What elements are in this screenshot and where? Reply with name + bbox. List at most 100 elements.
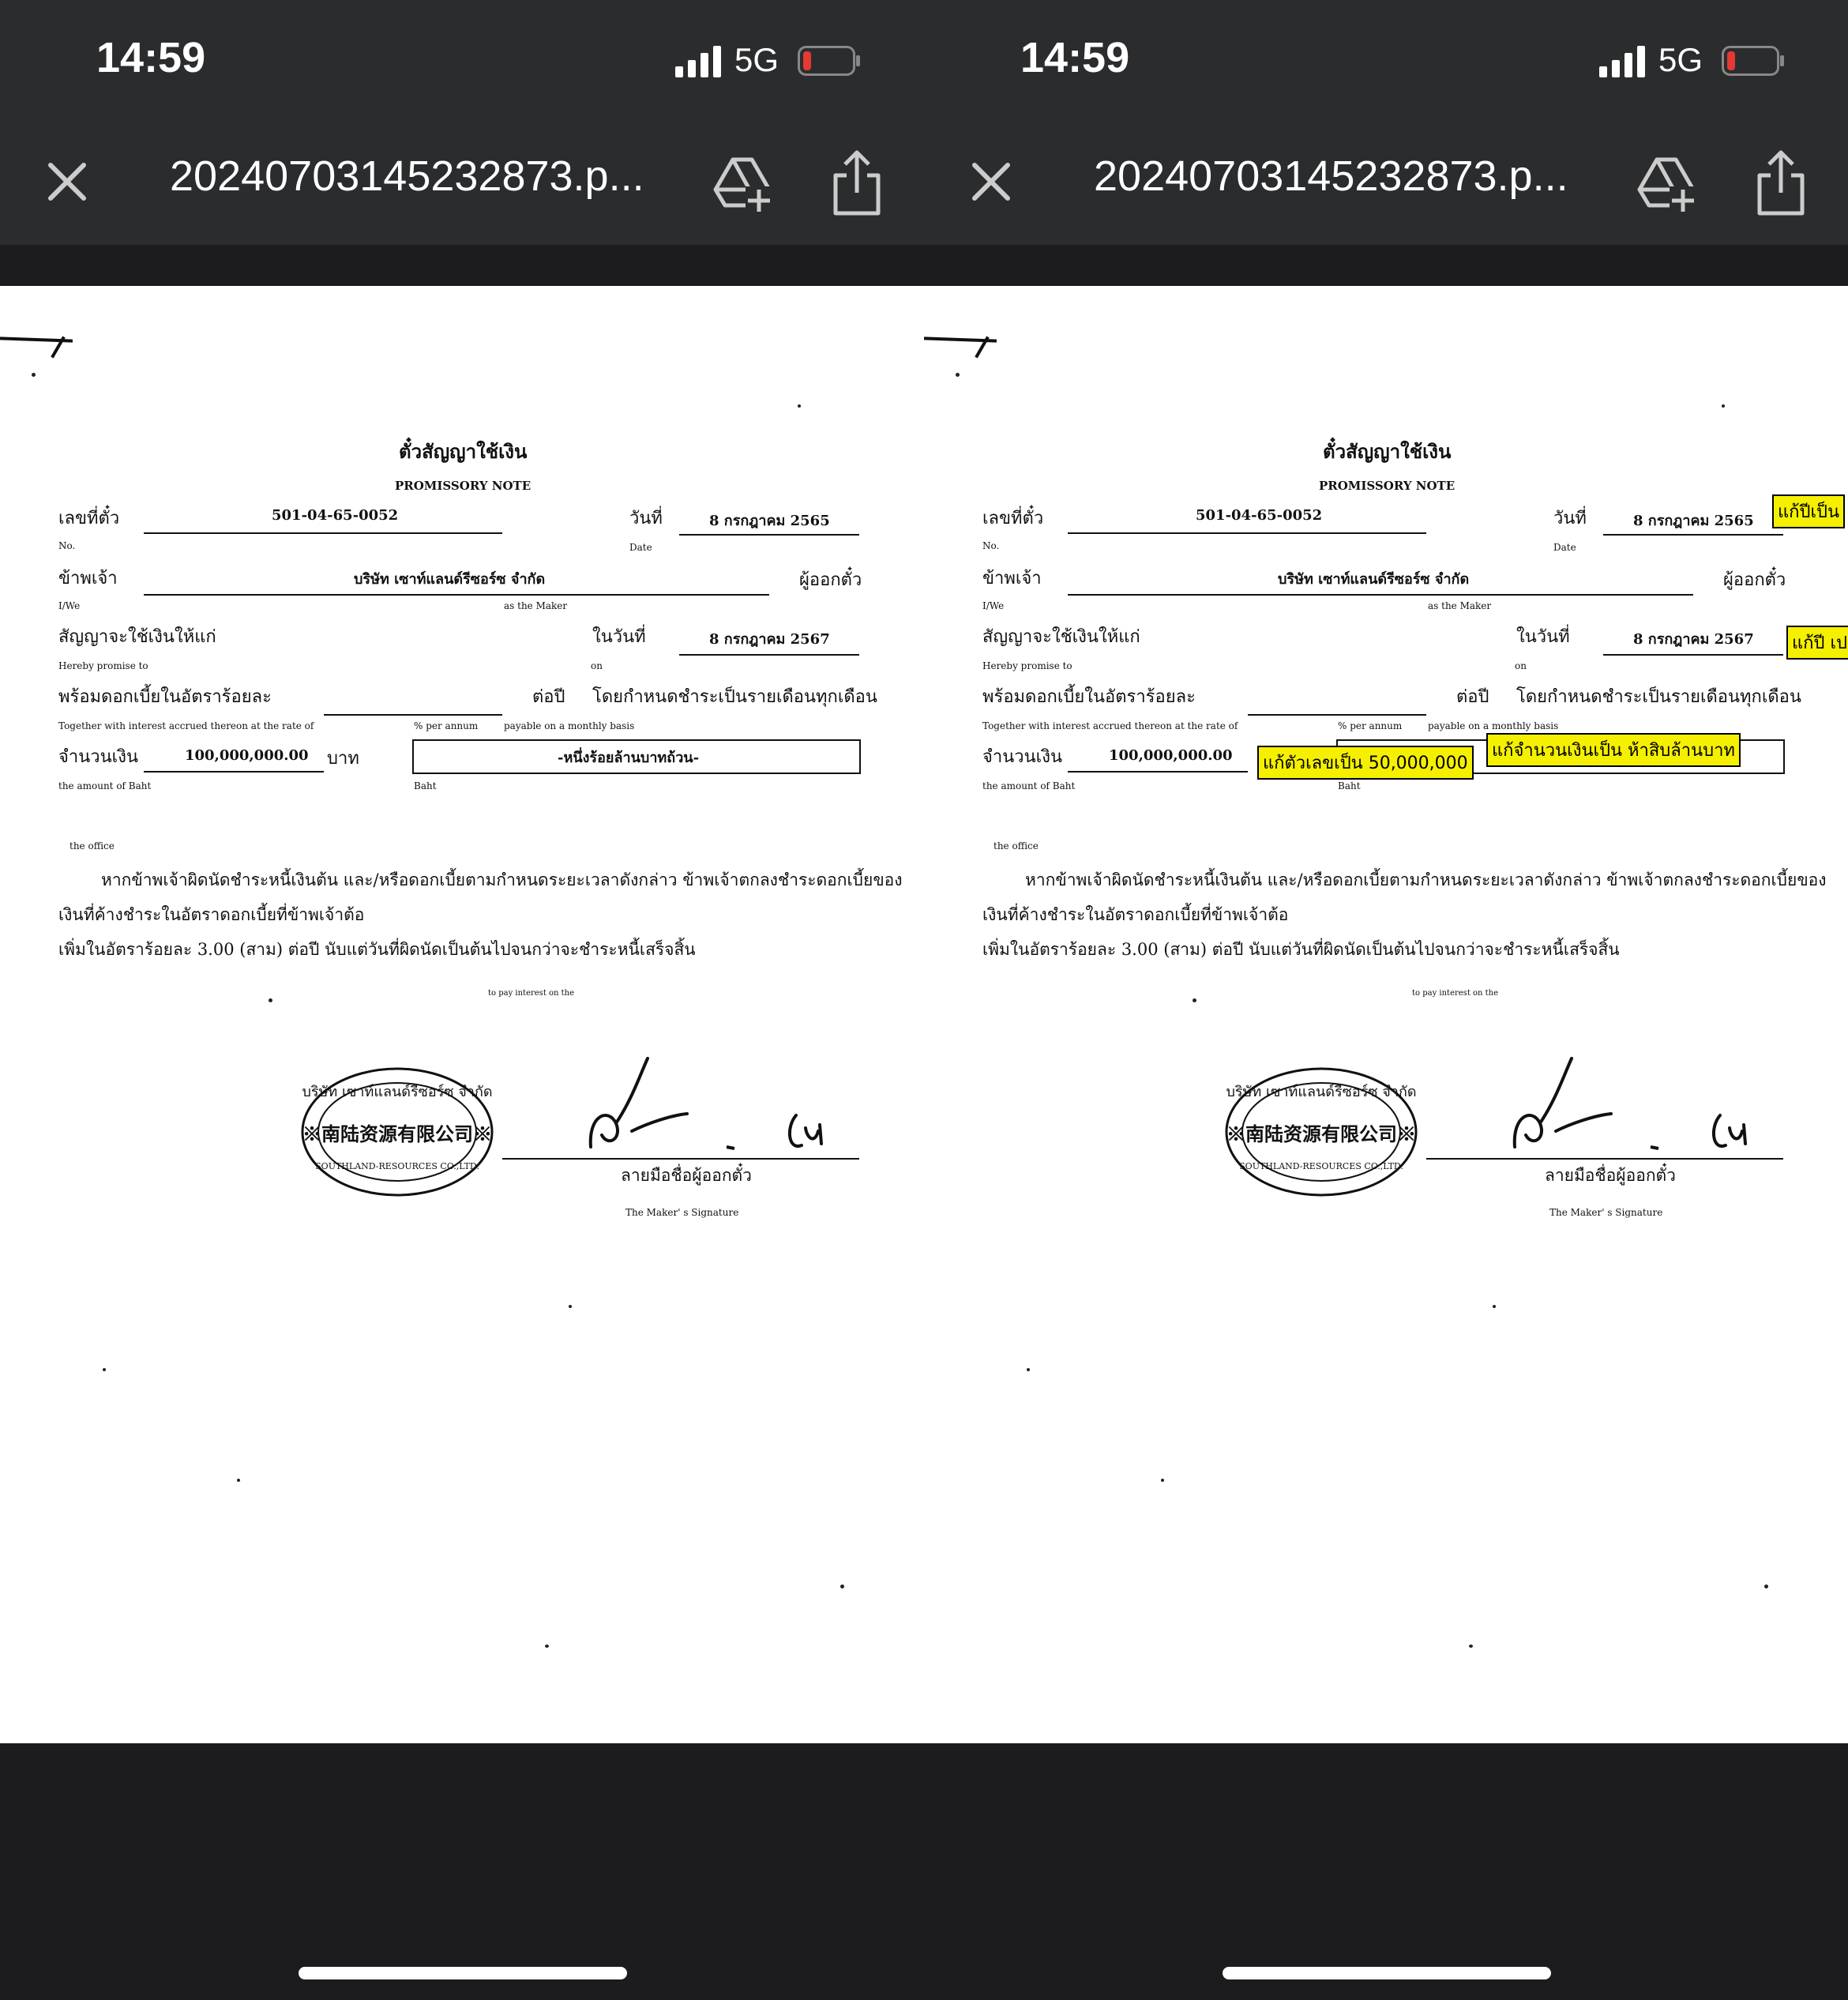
default-clause-line1: หากข้าพเจ้าผิดนัดชำระหนี้เงินต้น และ/หรื… (1025, 870, 1827, 889)
baht-label-en: Baht (414, 780, 437, 791)
close-icon[interactable] (963, 154, 1019, 209)
interest-fragment: to pay interest on the (1412, 989, 1499, 998)
note-title-th: ตั๋วสัญญาใช้เงิน (1323, 440, 1452, 463)
amount-words: -หนึ่งร้อยล้านบาทถ้วน- (558, 750, 700, 766)
due-date: 8 กรกฎาคม 2567 (709, 631, 830, 648)
due-date-label-en: on (1515, 660, 1527, 671)
iwe-label-en: I/We (982, 600, 1005, 611)
office-fragment: the office (69, 840, 115, 852)
signature-label: ลายมือชื่อผู้ออกตั๋ว (1545, 1166, 1676, 1185)
screenshot-right: 14:59 5G 20240703145232873.p... ตั๋วสัญญ… (924, 0, 1848, 2000)
share-icon[interactable] (829, 148, 885, 216)
signal-icon (1599, 46, 1645, 77)
home-indicator[interactable] (1223, 1967, 1551, 1979)
date-label-en: Date (629, 542, 652, 553)
annotation-number-fix[interactable]: แก้ตัวเลขเป็น 50,000,000 (1257, 746, 1474, 780)
annotation-year-fix-2[interactable]: แก้ปี เป (1786, 626, 1848, 660)
signature-label-en: The Maker' s Signature (625, 1207, 739, 1218)
per-annum-en: % per annum (1338, 720, 1403, 731)
per-annum-en: % per annum (414, 720, 479, 731)
company-seal: บริษัท เซาท์แลนด์รีซอร์ซ จำกัด ※南陆资源有限公司… (1225, 1067, 1418, 1197)
pdf-page[interactable]: ตั๋วสัญญาใช้เงิน PROMISSORY NOTE เลขที่ต… (924, 286, 1848, 1743)
interest-label-en: Together with interest accrued thereon a… (982, 720, 1238, 731)
interest-label-en: Together with interest accrued thereon a… (58, 720, 314, 731)
promise-label: สัญญาจะใช้เงินให้แก่ (58, 627, 216, 647)
due-date-label: ในวันที่ (1516, 627, 1570, 647)
status-bar: 14:59 5G (0, 0, 924, 118)
note-title-en: PROMISSORY NOTE (1319, 479, 1455, 493)
maker-label-en: as the Maker (1428, 600, 1492, 611)
iwe-label-en: I/We (58, 600, 81, 611)
iwe-label: ข้าพเจ้า (982, 569, 1042, 588)
home-indicator[interactable] (299, 1967, 627, 1979)
interest-label: พร้อมดอกเบี้ยในอัตราร้อยละ (982, 687, 1196, 707)
note-number: 501-04-65-0052 (1196, 507, 1323, 524)
baht-label: บาท (327, 749, 359, 769)
iwe-label: ข้าพเจ้า (58, 569, 118, 588)
maker-label: ผู้ออกตั๋ว (799, 570, 862, 590)
seal-text-top: บริษัท เซาท์แลนด์รีซอร์ซ จำกัด (302, 1084, 492, 1100)
default-clause-line1: หากข้าพเจ้าผิดนัดชำระหนี้เงินต้น และ/หรื… (101, 870, 903, 889)
status-time: 14:59 (96, 34, 206, 81)
note-title-en: PROMISSORY NOTE (395, 479, 531, 493)
amount-label-en: the amount of Baht (982, 780, 1076, 791)
default-clause-line2: เงินที่ค้างชำระในอัตราดอกเบี้ยที่ข้าพเจ้… (58, 905, 365, 924)
drive-add-icon[interactable] (711, 152, 774, 215)
amount-label-en: the amount of Baht (58, 780, 152, 791)
maker-label: ผู้ออกตั๋ว (1723, 570, 1786, 590)
seal-text-middle: ※南陆资源有限公司※ (1226, 1122, 1416, 1145)
amount-number: 100,000,000.00 (1109, 747, 1233, 764)
promise-label: สัญญาจะใช้เงินให้แก่ (982, 627, 1140, 647)
annotation-year-fix[interactable]: แก้ปีเป็น (1772, 494, 1845, 528)
document-title: 20240703145232873.p... (170, 152, 644, 200)
annotation-words-fix[interactable]: แก้จำนวนเงินเป็น ห้าสิบล้านบาท (1486, 733, 1741, 767)
no-label: เลขที่ตั๋ว (982, 509, 1044, 528)
network-type: 5G (1658, 41, 1703, 78)
no-label-en: No. (982, 540, 1000, 551)
handwritten-signature (1512, 1057, 1747, 1150)
amount-label: จำนวนเงิน (982, 747, 1062, 767)
drive-add-icon[interactable] (1635, 152, 1698, 215)
share-icon[interactable] (1753, 148, 1809, 216)
due-date: 8 กรกฎาคม 2567 (1633, 631, 1754, 648)
battery-icon (798, 46, 860, 76)
no-label-en: No. (58, 540, 76, 551)
viewer-toolbar: 20240703145232873.p... (924, 118, 1848, 245)
handwritten-signature (588, 1057, 823, 1150)
monthly-label: โดยกำหนดชำระเป็นรายเดือนทุกเดือน (592, 687, 877, 707)
default-clause-line3: เพิ่มในอัตราร้อยละ 3.00 (สาม) ต่อปี นับแ… (982, 940, 1620, 959)
maker-name: บริษัท เซาท์แลนด์รีซอร์ซ จำกัด (1278, 571, 1470, 588)
pdf-page[interactable]: ตั๋วสัญญาใช้เงิน PROMISSORY NOTE เลขที่ต… (0, 286, 924, 1743)
date-label-en: Date (1553, 542, 1576, 553)
document-title: 20240703145232873.p... (1094, 152, 1568, 200)
default-clause-line3: เพิ่มในอัตราร้อยละ 3.00 (สาม) ต่อปี นับแ… (58, 940, 696, 959)
due-date-label: ในวันที่ (592, 627, 646, 647)
monthly-label-en: payable on a monthly basis (504, 720, 635, 731)
signal-icon (675, 46, 721, 77)
baht-label-en: Baht (1338, 780, 1361, 791)
default-clause-line2: เงินที่ค้างชำระในอัตราดอกเบี้ยที่ข้าพเจ้… (982, 905, 1289, 924)
company-seal: บริษัท เซาท์แลนด์รีซอร์ซ จำกัด ※南陆资源有限公司… (301, 1067, 494, 1197)
note-title-th: ตั๋วสัญญาใช้เงิน (399, 440, 528, 463)
signature-label: ลายมือชื่อผู้ออกตั๋ว (621, 1166, 752, 1185)
network-type: 5G (734, 41, 779, 78)
status-time: 14:59 (1020, 34, 1130, 81)
close-icon[interactable] (39, 154, 95, 209)
interest-label: พร้อมดอกเบี้ยในอัตราร้อยละ (58, 687, 272, 707)
maker-name: บริษัท เซาท์แลนด์รีซอร์ซ จำกัด (354, 571, 546, 588)
issue-date: 8 กรกฎาคม 2565 (709, 513, 830, 529)
monthly-label-en: payable on a monthly basis (1428, 720, 1559, 731)
amount-number: 100,000,000.00 (185, 747, 309, 764)
viewer-toolbar: 20240703145232873.p... (0, 118, 924, 245)
seal-text-top: บริษัท เซาท์แลนด์รีซอร์ซ จำกัด (1226, 1084, 1416, 1100)
seal-text-middle: ※南陆资源有限公司※ (302, 1122, 492, 1145)
maker-label-en: as the Maker (504, 600, 568, 611)
date-label: วันที่ (1553, 509, 1587, 528)
amount-label: จำนวนเงิน (58, 747, 138, 767)
note-number: 501-04-65-0052 (272, 507, 399, 524)
status-bar: 14:59 5G (924, 0, 1848, 118)
date-label: วันที่ (629, 509, 663, 528)
per-annum-label: ต่อปี (532, 687, 565, 707)
monthly-label: โดยกำหนดชำระเป็นรายเดือนทุกเดือน (1516, 687, 1801, 707)
no-label: เลขที่ตั๋ว (58, 509, 120, 528)
